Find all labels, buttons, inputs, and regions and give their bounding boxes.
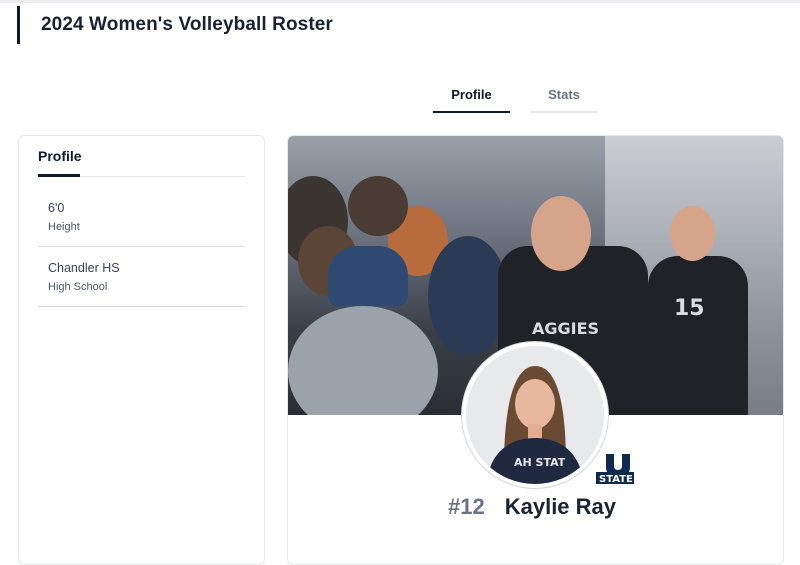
player-identity: #12 Kaylie Ray (448, 494, 616, 520)
jersey-text: AGGIES (532, 319, 600, 338)
usu-logo-icon: STATE (596, 454, 634, 485)
height-value: 6'0 (48, 201, 65, 215)
teammate-jersey-number: 15 (674, 296, 705, 321)
profile-tabs: Profile Stats (433, 80, 598, 113)
teammate-silhouette (648, 256, 748, 415)
fan-silhouette (288, 306, 438, 415)
height-label: Height (48, 221, 80, 233)
high-school-label: High School (48, 281, 108, 293)
top-strip (0, 0, 800, 3)
player-headshot: AH STAT (466, 346, 604, 484)
svg-text:STATE: STATE (599, 474, 633, 484)
svg-text:AH STAT: AH STAT (514, 456, 566, 469)
title-accent-bar (17, 6, 20, 44)
cap-icon (328, 246, 408, 306)
tab-stats[interactable]: Stats (530, 80, 598, 113)
teammate-face (670, 206, 715, 261)
sidebar-item-high-school: Chandler HS High School (38, 247, 245, 307)
player-number: #12 (448, 494, 485, 519)
page-title: 2024 Women's Volleyball Roster (41, 14, 333, 35)
page-header: 2024 Women's Volleyball Roster (17, 6, 333, 44)
sidebar-header: Profile (38, 136, 245, 177)
player-name: Kaylie Ray (504, 494, 617, 519)
usu-logo-icon-svg: STATE (596, 454, 634, 485)
sidebar-heading-underline (38, 174, 80, 177)
fan-silhouette (428, 236, 508, 356)
tab-profile[interactable]: Profile (433, 80, 510, 113)
player-avatar: AH STAT (462, 342, 608, 488)
high-school-value: Chandler HS (48, 261, 120, 275)
player-card: AGGIES 15 AH STAT STATE #12 Kaylie Ray (287, 135, 784, 565)
fan-silhouette (348, 176, 408, 236)
sidebar-heading: Profile (38, 148, 82, 164)
player-face (531, 196, 591, 271)
sidebar-item-height: 6'0 Height (38, 177, 245, 247)
profile-sidebar: Profile 6'0 Height Chandler HS High Scho… (18, 135, 265, 565)
